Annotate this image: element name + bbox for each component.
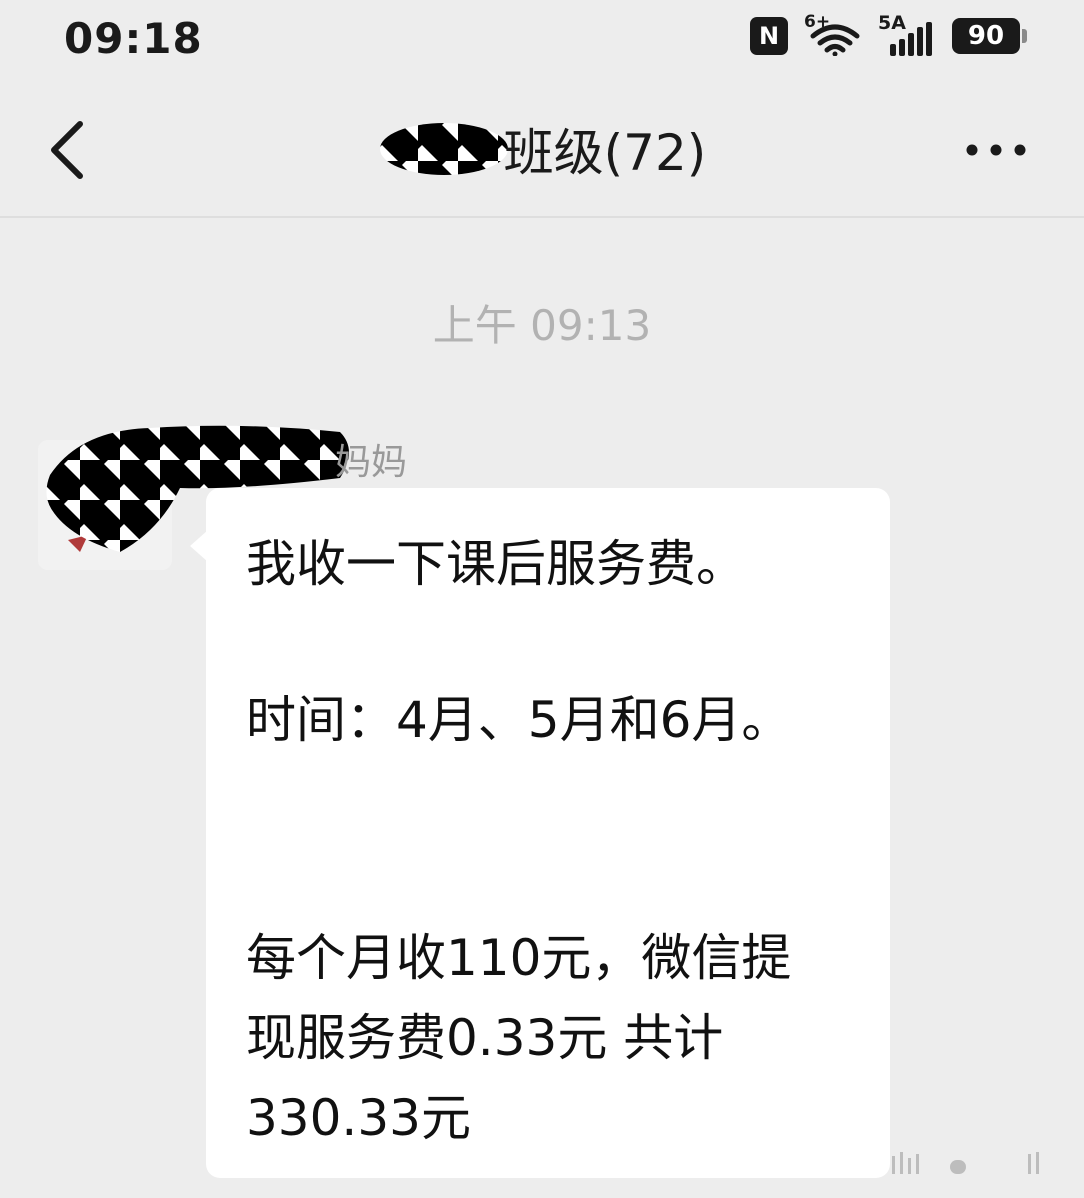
battery-icon: 90 [952,18,1027,54]
cellular-indicator: 5A [878,12,936,58]
chat-title: 班级(72) [503,124,707,182]
status-icons: N 6+ 5A 90 [750,12,1027,58]
nfc-icon: N [750,17,788,55]
watermark-mark [892,1152,1039,1174]
message-bubble[interactable]: 我收一下课后服务费。 时间：4月、5月和6月。 每个月收110元，微信提 现服务… [206,488,890,1178]
signal-icon [890,22,932,56]
wifi-indicator: 6+ [804,12,862,58]
more-dots-icon [966,144,1026,156]
nfc-label: N [758,22,780,50]
chat-screen: 09:18 N 6+ 5A 90 班级(72) 上午 09:13 妈妈 我收一下… [0,0,1084,1198]
nav-title-area: 班级(72) [0,80,1084,218]
message-timestamp: 上午 09:13 [432,301,652,350]
wifi-icon [810,24,860,56]
message-line: 330.33元 [246,1089,471,1147]
message-line: 现服务费0.33元 共计 [246,1009,724,1067]
more-button[interactable] [964,132,1028,168]
battery-level: 90 [967,21,1005,51]
sender-name: 妈妈 [335,442,408,483]
message-line: 时间：4月、5月和6月。 [246,691,792,749]
redaction-mark [379,123,508,175]
nav-bar: 班级(72) [0,80,1084,218]
message-line: 每个月收110元，微信提 [246,929,792,987]
status-bar: 09:18 N 6+ 5A 90 [0,0,1084,80]
status-time: 09:18 [64,14,203,63]
message-line: 我收一下课后服务费。 [246,535,746,593]
